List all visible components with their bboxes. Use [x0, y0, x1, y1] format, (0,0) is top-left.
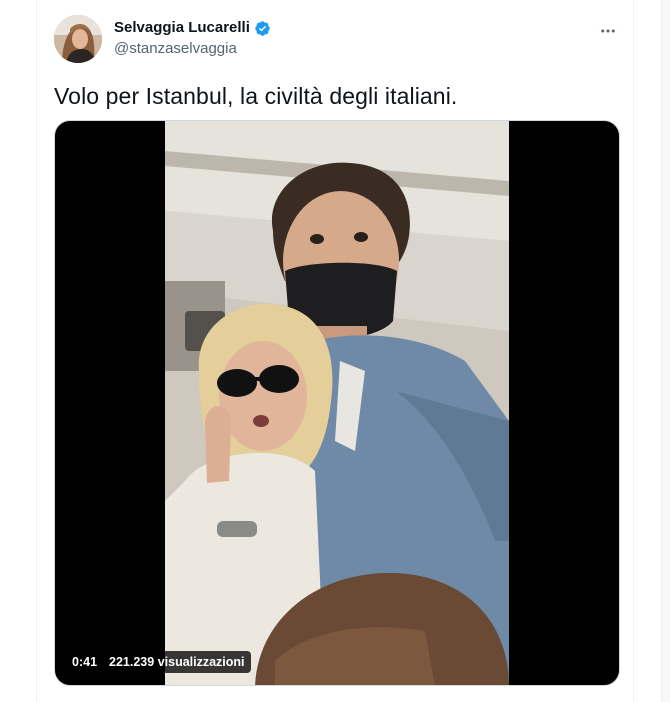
- author-name-row[interactable]: Selvaggia Lucarelli: [114, 18, 271, 38]
- more-horizontal-icon: [601, 29, 615, 33]
- avatar-image: [54, 15, 102, 63]
- avatar[interactable]: [54, 15, 102, 63]
- more-options-button[interactable]: [593, 16, 623, 46]
- verified-badge-icon: [254, 20, 271, 37]
- author-handle[interactable]: @stanzaselvaggia: [114, 39, 237, 59]
- video-player[interactable]: 0:41 221.239 visualizzazioni: [54, 120, 620, 686]
- right-scroll-edge: [661, 0, 670, 702]
- video-frame-image: [165, 121, 509, 685]
- video-duration: 0:41: [72, 655, 98, 669]
- page: Selvaggia Lucarelli @stanzaselvaggia Vol…: [0, 0, 670, 702]
- video-thumbnail[interactable]: [165, 121, 509, 685]
- tweet-card[interactable]: Selvaggia Lucarelli @stanzaselvaggia Vol…: [36, 0, 634, 702]
- video-views: 221.239 visualizzazioni: [109, 655, 245, 669]
- video-info-badge: 0:41 221.239 visualizzazioni: [66, 651, 251, 673]
- tweet-text: Volo per Istanbul, la civiltà degli ital…: [54, 83, 458, 109]
- author-display-name[interactable]: Selvaggia Lucarelli: [114, 18, 250, 38]
